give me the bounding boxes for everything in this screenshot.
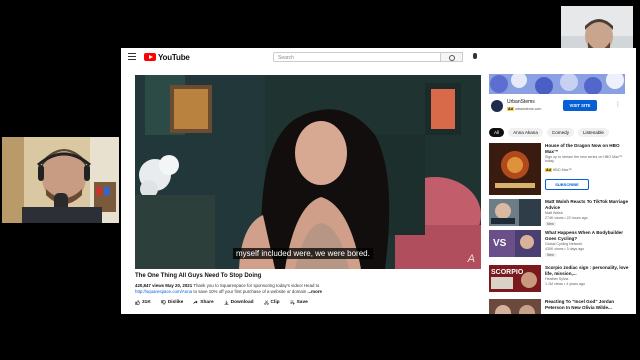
ad-image[interactable] (489, 74, 625, 94)
download-button[interactable]: Download (224, 300, 254, 305)
menu-icon[interactable] (128, 53, 136, 60)
youtube-play-icon (144, 53, 156, 61)
microphone-icon[interactable] (473, 53, 477, 59)
clip-label: Clip (270, 300, 280, 305)
playlist-add-icon (290, 300, 295, 305)
new-badge: New (545, 222, 556, 226)
video-subtitle: myself included were, we were bored. (233, 248, 373, 259)
video-watermark: A (467, 253, 475, 265)
recommendation-title[interactable]: House of the Dragon Now on HBO Max™ (545, 143, 631, 154)
video-player[interactable]: myself included were, we were bored. A (135, 75, 481, 269)
thumbnail-image (489, 199, 541, 226)
top-bar: YouTube Search (121, 48, 636, 65)
ad-badge: Ad (507, 107, 514, 111)
share-icon (193, 300, 198, 305)
thumbnail-image: VS (489, 230, 541, 257)
ad-badge: Ad (545, 168, 552, 172)
new-badge: New (545, 253, 556, 257)
view-count: 420,847 views (135, 283, 165, 288)
recommendation-title[interactable]: Matt Walsh Reacts To TikTok Marriage Adv… (545, 199, 631, 210)
download-icon (224, 300, 229, 305)
like-button[interactable]: 31K (135, 300, 151, 305)
description-text-2: to save 10% off your first purchase of a… (193, 289, 307, 294)
video-frame (135, 75, 481, 269)
like-count: 31K (142, 300, 151, 305)
ad-flowers-image (489, 74, 625, 94)
thumbnail-image (489, 299, 541, 314)
video-title: The One Thing All Guys Need To Stop Doin… (135, 273, 262, 279)
webcam-left (2, 137, 119, 223)
recommendation-channel: Ad HBO Max™ (545, 168, 631, 172)
filter-chips: All Anna Akana Comedy Listenable (489, 128, 609, 137)
visit-site-button[interactable]: VISIT SITE (563, 100, 597, 111)
description-link[interactable]: http://squarespace.com/Anna (135, 289, 192, 294)
channel-name: HBO Max™ (552, 168, 572, 172)
share-button[interactable]: Share (193, 300, 214, 305)
video-thumbnail[interactable] (489, 199, 541, 226)
search-button[interactable] (441, 52, 463, 62)
view-stats: 430K views • 3 days ago (545, 247, 585, 251)
recommendation-title[interactable]: What Happens When A Bodybuilder Goes Cyc… (545, 230, 631, 241)
recommendation-item[interactable]: VS What Happens When A Bodybuilder Goes … (489, 230, 634, 257)
webcam-left-feed (2, 137, 119, 223)
svg-text:SCORPIO: SCORPIO (491, 269, 524, 276)
channel-name: Matt Walsh (545, 211, 563, 215)
thumbs-down-icon (161, 300, 166, 305)
recommendation-item[interactable]: Reacting To "Incel God" Jordan Peterson … (489, 299, 634, 314)
save-button[interactable]: Save (290, 300, 308, 305)
recommendation-title[interactable]: Scorpio zodiac sign : personality, love … (545, 265, 631, 276)
dislike-label: Dislike (167, 300, 184, 305)
ad-url: urbanstems.com (514, 107, 542, 111)
search-input[interactable]: Search (273, 52, 441, 62)
description-text: Thank you to Squarespace for sponsoring … (193, 283, 320, 288)
more-options-icon[interactable]: ⋮ (615, 101, 621, 108)
clip-button[interactable]: Clip (263, 300, 280, 305)
subscribe-button[interactable]: SUBSCRIBE (545, 179, 589, 190)
scissors-icon (263, 300, 269, 305)
dislike-button[interactable]: Dislike (161, 300, 183, 305)
recommendation-item[interactable]: House of the Dragon Now on HBO Max™ Sign… (489, 143, 634, 195)
share-label: Share (200, 300, 214, 305)
chip-listenable[interactable]: Listenable (578, 128, 609, 137)
recommendation-desc: Sign up to stream the new series on HBO … (545, 155, 623, 163)
advertiser-logo[interactable] (491, 100, 503, 112)
view-stats: 274K views • 22 hours ago (545, 216, 588, 220)
recommendation-item[interactable]: Matt Walsh Reacts To TikTok Marriage Adv… (489, 199, 634, 226)
chip-comedy[interactable]: Comedy (546, 128, 574, 137)
video-thumbnail[interactable] (489, 143, 541, 195)
recommendation-item[interactable]: SCORPIO Scorpio zodiac sign : personalit… (489, 265, 634, 292)
svg-text:VS: VS (493, 238, 507, 249)
chip-all[interactable]: All (489, 128, 505, 137)
youtube-logo[interactable]: YouTube (144, 52, 190, 62)
video-thumbnail[interactable]: SCORPIO (489, 265, 541, 292)
upload-date: May 20, 2021 (165, 283, 193, 288)
advertiser-name[interactable]: UrbanStems (507, 99, 535, 105)
youtube-window: YouTube Search myself included were, we … (121, 48, 636, 314)
video-thumbnail[interactable]: VS (489, 230, 541, 257)
more-link[interactable]: ...more (308, 289, 322, 294)
chip-anna-akana[interactable]: Anna Akana (508, 128, 543, 137)
channel-name: Global Cycling Network (545, 242, 583, 246)
logo-text: YouTube (158, 52, 190, 62)
ad-info: UrbanStems Ad urbanstems.com VISIT SITE … (489, 99, 625, 115)
video-actions: 31K Dislike Share Download Clip Save (135, 300, 308, 305)
view-stats: 1.1M views • 4 years ago (545, 282, 586, 286)
ad-tag: Ad urbanstems.com (507, 107, 541, 111)
download-label: Download (230, 300, 254, 305)
thumbs-up-icon (135, 300, 140, 305)
channel-name: Heather Sylvia (545, 277, 569, 281)
thumbnail-image (489, 143, 541, 195)
thumbnail-image: SCORPIO (489, 265, 541, 292)
video-description[interactable]: 420,847 views May 20, 2021 Thank you to … (135, 283, 365, 295)
save-label: Save (296, 300, 308, 305)
recommendation-title[interactable]: Reacting To "Incel God" Jordan Peterson … (545, 299, 631, 310)
video-thumbnail[interactable] (489, 299, 541, 314)
